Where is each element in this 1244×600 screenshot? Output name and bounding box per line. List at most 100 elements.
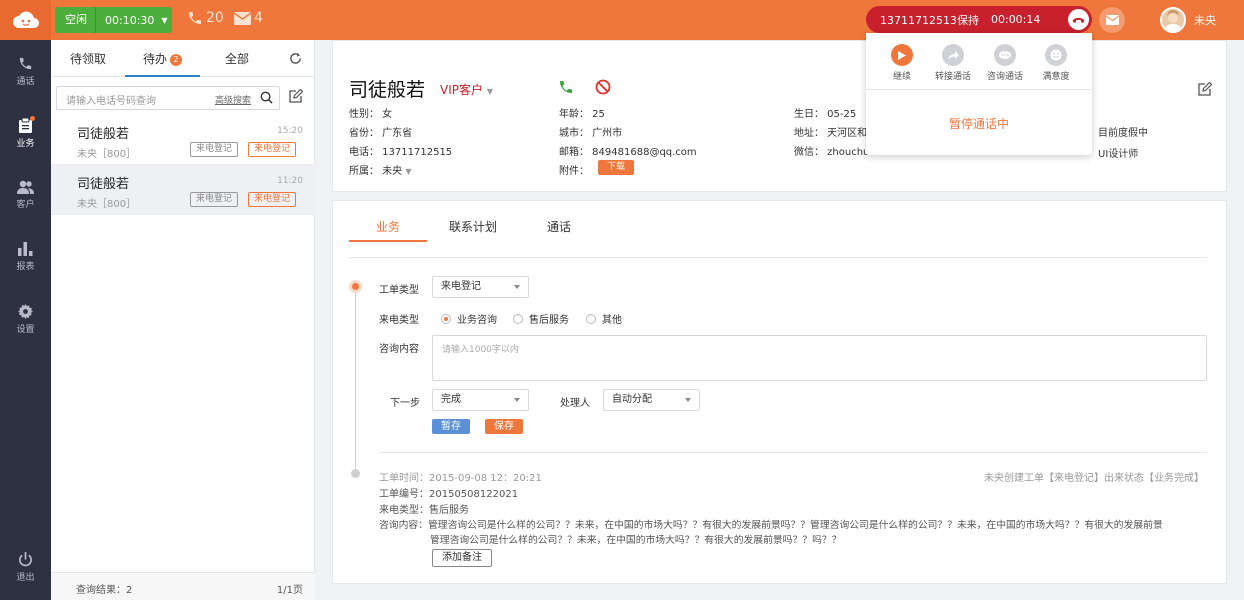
side-nav: 通话 业务 客户 报表 设置 退出 [0, 40, 51, 600]
customer-age: 年龄： 25 [559, 109, 605, 120]
edit-customer-icon[interactable] [1198, 82, 1212, 96]
hangup-button[interactable] [1068, 9, 1089, 30]
tab-todo[interactable]: 待办 2 [125, 40, 200, 77]
block-icon[interactable] [595, 79, 611, 95]
avatar [1160, 7, 1186, 33]
missed-calls-button[interactable]: 20 [187, 10, 224, 26]
list-item-agent: 未央［800］ [77, 149, 137, 160]
tab-business[interactable]: 业务 [376, 218, 400, 235]
list-item-time: 15:20 [277, 126, 303, 136]
timeline-dot [351, 469, 360, 478]
list-item[interactable]: 司徒般若 11:20 未央［800］ 来电登记 来电登记 [51, 165, 315, 215]
smile-icon [1045, 44, 1067, 66]
call-customer-icon[interactable] [558, 79, 574, 95]
chevron-down-icon [514, 285, 520, 289]
log-ticket-time: 工单时间：2015-09-08 12：20:21 [379, 473, 542, 484]
tab-todo-label: 待办 [142, 52, 167, 66]
call-type-label: 来电类型 [379, 315, 419, 326]
play-icon [891, 44, 913, 66]
tab-all[interactable]: 全部 [200, 40, 274, 77]
customer-email: 邮箱： 849481688@qq.com [559, 147, 697, 158]
satisfaction-button[interactable]: 满意度 [1030, 44, 1082, 82]
add-note-button[interactable]: 添加备注 [432, 549, 492, 567]
search-input[interactable]: 请输入电话号码查询 高级搜索 [56, 86, 280, 110]
agent-status-label: 空闲 [55, 7, 96, 33]
customer-note: 目前度假中 [1098, 128, 1148, 139]
gear-icon [18, 304, 33, 319]
action-label: 咨询通话 [986, 72, 1023, 82]
agent-status-timer: 00:10:30 [105, 13, 155, 27]
search-icon[interactable] [260, 91, 273, 104]
refresh-icon[interactable] [289, 52, 302, 65]
list-item-name: 司徒般若 [77, 127, 130, 142]
mail-icon [234, 11, 251, 25]
todo-badge: 2 [170, 54, 182, 66]
nav-item-settings[interactable]: 设置 [0, 304, 51, 335]
tab-contact-plan[interactable]: 联系计划 [449, 218, 497, 235]
transfer-call-button[interactable]: 转接通话 [927, 44, 979, 82]
call-number-status: 13711712513保持 [880, 13, 979, 27]
radio-circle [513, 313, 523, 324]
list-item-tag-gray: 来电登记 [190, 142, 239, 157]
nav-item-business[interactable]: 业务 [0, 116, 51, 149]
save-button[interactable]: 保存 [485, 419, 523, 434]
advanced-search-link[interactable]: 高级搜索 [215, 93, 251, 106]
log-ticket-number: 工单编号：20150508122021 [379, 489, 519, 500]
list-item[interactable]: 司徒般若 15:20 未央［800］ 来电登记 来电登记 [51, 115, 315, 165]
pagination[interactable]: 1/1页 [277, 581, 303, 596]
radio-after-sales[interactable]: 售后服务 [513, 311, 569, 326]
nav-item-reports[interactable]: 报表 [0, 242, 51, 272]
nav-item-customers[interactable]: 客户 [0, 180, 51, 210]
nav-label: 业务 [16, 139, 35, 149]
nav-item-calls[interactable]: 通话 [0, 56, 51, 87]
temp-save-button[interactable]: 暂存 [432, 419, 470, 434]
handler-select[interactable]: 自动分配 [603, 389, 700, 411]
search-placeholder: 请输入电话号码查询 [66, 96, 156, 107]
action-label: 满意度 [1042, 72, 1070, 82]
ticket-type-label: 工单类型 [379, 285, 419, 296]
ticket-tabs: 待领取 待办 2 全部 [51, 40, 315, 77]
call-control-popup: 继续 转接通话 咨询通话 满意度 暂停通话中 [866, 33, 1092, 155]
messages-count: 4 [254, 10, 263, 26]
customer-wechat: 微信： zhouchu [794, 147, 870, 158]
download-button[interactable]: 下载 [598, 160, 635, 175]
agent-status-dropdown[interactable]: 空闲 00:10:30 ▼ [55, 7, 172, 33]
list-item-tag-orange: 来电登记 [248, 192, 297, 207]
users-icon [17, 180, 34, 194]
customer-city: 城市： 广州市 [559, 128, 623, 139]
customer-owner: 所属： 未央 [349, 166, 403, 177]
log-content-line1: 咨询内容：管理咨询公司是什么样的公司？？未来，在中国的市场大吗？？有很大的发展前… [379, 520, 1163, 531]
user-menu[interactable]: 未央 [1160, 7, 1216, 33]
action-label: 继续 [892, 72, 911, 82]
consult-call-button[interactable]: 咨询通话 [979, 44, 1031, 82]
divider [349, 257, 1207, 258]
notification-dot [30, 116, 35, 121]
customer-owner-dropdown[interactable]: 所属： 未央 ▼ [349, 162, 412, 177]
messages-button[interactable]: 4 [234, 10, 263, 26]
radio-other[interactable]: 其他 [586, 311, 622, 326]
customer-name: 司徒般若 [349, 79, 426, 101]
active-call-bar[interactable]: 13711712513保持 00:00:14 [866, 6, 1092, 33]
new-ticket-icon[interactable] [289, 89, 303, 103]
handler-value: 自动分配 [612, 394, 652, 405]
resume-call-button[interactable]: 继续 [876, 44, 928, 82]
notification-button[interactable] [1099, 7, 1125, 33]
content-textarea[interactable]: 请输入1000字以内 [432, 335, 1207, 381]
customer-level-dropdown[interactable]: VIP客户 ▼ [440, 81, 493, 98]
list-item-tag-gray: 来电登记 [190, 192, 239, 207]
list-footer: 查询结果：2 1/1页 [51, 572, 315, 600]
next-step-select[interactable]: 完成 [432, 389, 529, 411]
customer-level: VIP客户 [440, 83, 483, 97]
radio-business-consult[interactable]: 业务咨询 [441, 311, 497, 326]
radio-circle [586, 313, 596, 324]
customer-gender: 性别： 女 [349, 109, 393, 120]
list-item-tag-orange: 来电登记 [248, 142, 297, 157]
content-label: 咨询内容 [379, 344, 419, 355]
customer-birthday: 生日： 05-25 [794, 109, 857, 120]
radio-label: 售后服务 [529, 315, 569, 326]
tab-calls[interactable]: 通话 [547, 218, 571, 235]
nav-item-logout[interactable]: 退出 [0, 552, 51, 583]
consult-icon [994, 44, 1016, 66]
tab-pending-claim[interactable]: 待领取 [51, 40, 125, 77]
ticket-type-select[interactable]: 来电登记 [432, 276, 529, 298]
